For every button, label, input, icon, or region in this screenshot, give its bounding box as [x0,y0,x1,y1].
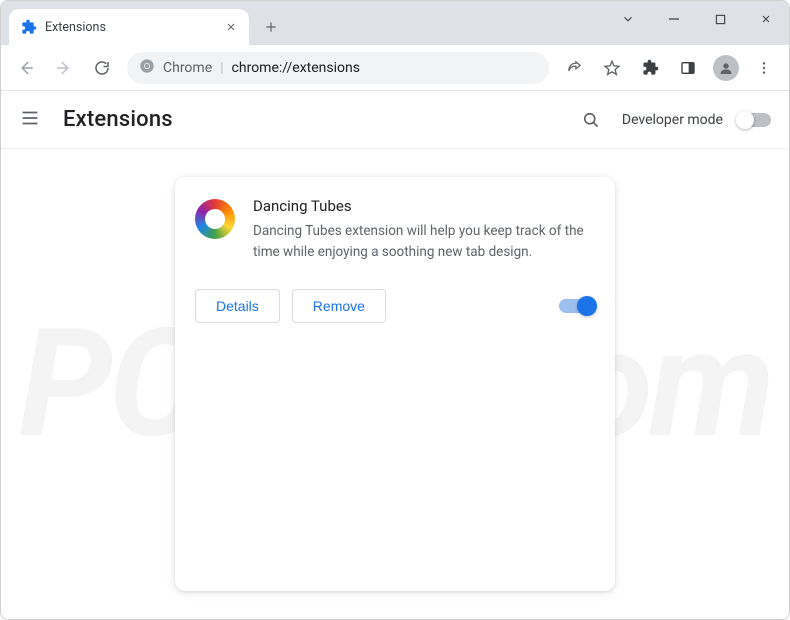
toolbar: Chrome | chrome://extensions [1,45,789,91]
titlebar: Extensions [1,1,789,45]
hamburger-menu-icon[interactable] [19,107,41,133]
page-title: Extensions [63,107,552,132]
kebab-menu-icon[interactable] [747,51,781,85]
minimize-button[interactable] [651,3,697,35]
reload-button[interactable] [85,51,119,85]
extension-enabled-toggle[interactable] [559,299,595,313]
extension-icon [195,199,235,239]
maximize-button[interactable] [697,3,743,35]
extension-puzzle-icon [21,19,37,35]
chrome-logo-icon [139,58,155,78]
extension-description: Dancing Tubes extension will help you ke… [253,221,595,263]
omnibox-url: chrome://extensions [232,60,360,76]
browser-window: Extensions [0,0,790,620]
omnibox[interactable]: Chrome | chrome://extensions [127,52,549,84]
extension-card: Dancing Tubes Dancing Tubes extension wi… [175,177,615,591]
omnibox-prefix: Chrome [163,60,212,76]
extension-name: Dancing Tubes [253,197,595,215]
tab-search-icon[interactable] [605,3,651,35]
developer-mode-label: Developer mode [622,112,723,128]
bookmark-star-icon[interactable] [595,51,629,85]
omnibox-divider: | [220,60,223,76]
tab-title: Extensions [45,20,215,35]
header-right: Developer mode [574,103,771,137]
search-icon[interactable] [574,103,608,137]
side-panel-icon[interactable] [671,51,705,85]
browser-tab[interactable]: Extensions [9,9,249,45]
back-button[interactable] [9,51,43,85]
forward-button[interactable] [47,51,81,85]
details-button[interactable]: Details [195,289,280,323]
page-header: Extensions Developer mode [1,91,789,149]
window-controls [605,1,789,37]
profile-avatar[interactable] [709,51,743,85]
new-tab-button[interactable] [257,13,285,41]
developer-mode-toggle[interactable] [737,113,771,127]
close-button[interactable] [743,3,789,35]
share-icon[interactable] [557,51,591,85]
remove-button[interactable]: Remove [292,289,386,323]
content-area: PC risk.com Dancing Tubes Dancing Tubes … [1,149,789,619]
tab-close-icon[interactable] [223,19,239,35]
extensions-puzzle-icon[interactable] [633,51,667,85]
